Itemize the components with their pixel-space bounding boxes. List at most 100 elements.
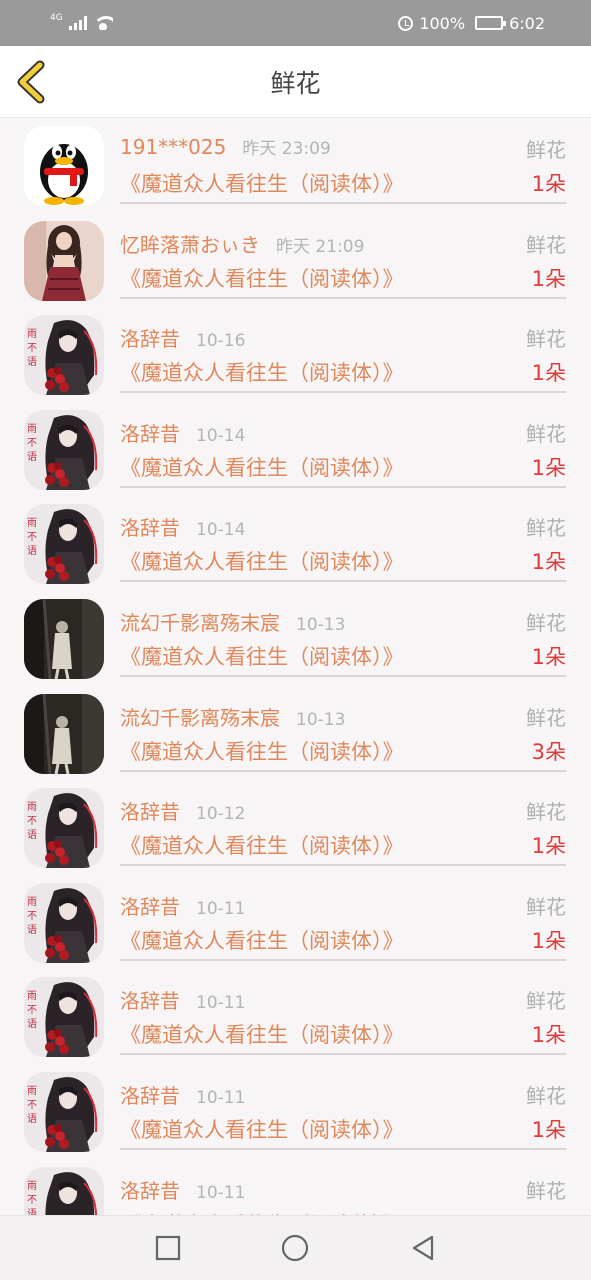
gift-type-label: 鲜花 (526, 1083, 566, 1108)
user-info: 洛辞昔 10-11 (120, 985, 245, 1014)
avatar[interactable]: 雨不语 (24, 882, 104, 963)
gift-record-row[interactable]: 雨不语洛辞昔10-11 鲜花《魔道众人看往生（阅读体）》 1朵 (0, 1064, 591, 1159)
gift-type-label: 鲜花 (526, 610, 566, 635)
book-title-link[interactable]: 《魔道众人看往生（阅读体）》 (120, 452, 404, 482)
svg-text:雨: 雨 (27, 1181, 37, 1192)
row-content: 洛辞昔 10-14 鲜花 《魔道众人看往生（阅读体）》 1朵 (120, 402, 566, 488)
gift-type-label: 鲜花 (526, 327, 566, 352)
book-title-link[interactable]: 《魔道众人看往生（阅读体）》 (120, 830, 404, 860)
gift-type-label: 鲜花 (526, 989, 566, 1014)
user-info: 洛辞昔 10-11 (120, 1080, 245, 1109)
svg-text:语: 语 (27, 829, 37, 841)
user-name[interactable]: 洛辞昔 (120, 418, 180, 447)
clock: 6:02 (509, 13, 545, 33)
row-content: 流幻千影离殇末宸 10-13 鲜花 《魔道众人看往生（阅读体）》 3朵 (120, 686, 566, 772)
book-title-link[interactable]: 《魔道众人看往生（阅读体）》 (120, 168, 404, 198)
book-title-link[interactable]: 《魔道众人看往生（阅读体）》 (120, 641, 404, 671)
home-button[interactable] (275, 1228, 315, 1268)
user-name[interactable]: 洛辞昔 (120, 985, 180, 1014)
timestamp: 10-14 (196, 425, 246, 446)
timestamp: 10-11 (196, 898, 246, 919)
avatar[interactable]: 雨不语 (24, 977, 104, 1058)
avatar[interactable] (24, 598, 104, 679)
user-name[interactable]: 流幻千影离殇末宸 (120, 607, 280, 636)
avatar[interactable] (24, 693, 104, 774)
flower-count: 1朵 (531, 928, 566, 953)
user-info: 洛辞昔 10-11 (120, 1175, 245, 1204)
svg-text:不: 不 (27, 1195, 37, 1206)
svg-text:不: 不 (27, 816, 37, 827)
signal-icon (68, 16, 87, 30)
row-content: 洛辞昔 10-16 鲜花《魔道众人看往生（阅读体）》 1朵 (120, 307, 566, 394)
flower-count: 1朵 (531, 834, 566, 859)
svg-text:雨: 雨 (27, 802, 37, 813)
gift-type-label: 鲜花 (526, 1178, 566, 1203)
book-title-link[interactable]: 《魔道众人看往生（阅读体）》 (120, 357, 404, 387)
user-info: 洛辞昔 10-16 (120, 323, 245, 352)
page-title: 鲜花 (270, 68, 321, 98)
alarm-icon (398, 15, 414, 31)
gift-record-row[interactable]: 流幻千影离殇末宸 10-13 鲜花 《魔道众人看往生（阅读体）》 3朵 (0, 686, 591, 781)
book-title-link[interactable]: 《魔道众人看往生（阅读体）》 (120, 736, 404, 766)
gift-record-row[interactable]: 忆眸落萧おぃき 昨天 21:09 鲜花 《魔道众人看往生（阅读体）》 1朵 (0, 213, 591, 308)
book-title-link[interactable]: 《魔道众人看往生（阅读体）》 (120, 263, 404, 293)
user-info: 流幻千影离殇末宸 10-13 (120, 607, 345, 636)
flower-count: 1朵 (531, 361, 566, 386)
gift-record-row[interactable]: 雨不语洛辞昔 10-14 鲜花 《魔道众人看往生（阅读体）》 1朵 (0, 496, 591, 591)
avatar[interactable]: 雨不语 (24, 409, 104, 490)
network-label: 4G (50, 13, 63, 23)
system-nav-bar (0, 1215, 591, 1280)
back-nav-button[interactable] (403, 1228, 443, 1268)
svg-text:语: 语 (27, 1208, 37, 1215)
user-name[interactable]: 洛辞昔 (120, 1080, 180, 1109)
flower-count: 1朵 (531, 1117, 566, 1142)
user-name[interactable]: 洛辞昔 (120, 796, 180, 825)
avatar[interactable]: 雨不语 (24, 504, 104, 585)
gift-record-row[interactable]: 雨不语洛辞昔 10-14 鲜花 《魔道众人看往生（阅读体）》 1朵 (0, 402, 591, 497)
book-title-link[interactable]: 《魔道众人看往生（阅读体）》 (120, 1019, 404, 1049)
user-name[interactable]: 191***025 (120, 135, 226, 159)
avatar[interactable] (24, 126, 104, 206)
gift-record-row[interactable]: 雨不语洛辞昔 10-11 鲜花《魔道众人看往生（阅读体）》 1朵 (0, 875, 591, 970)
back-button[interactable] (14, 60, 54, 104)
row-content: 洛辞昔 10-11 鲜花《魔道众人看往生（阅读体）》 1朵 (120, 1064, 566, 1150)
gift-record-row[interactable]: 雨不语洛辞昔10-11鲜花《魔道众人看往生（阅读体）》1朵 (0, 1159, 591, 1215)
book-title-link[interactable]: 《魔道众人看往生（阅读体）》 (120, 1114, 404, 1144)
avatar[interactable]: 雨不语 (24, 1166, 104, 1215)
svg-text:雨: 雨 (27, 518, 37, 529)
row-content: 191***025 昨天 23:09 鲜花 《魔道众人看往生（阅读体）》 1朵 (120, 118, 566, 204)
user-name[interactable]: 洛辞昔 (120, 512, 180, 541)
timestamp: 昨天 23:09 (242, 139, 331, 159)
book-title-link[interactable]: 《魔道众人看往生（阅读体）》 (120, 546, 404, 576)
recent-apps-button[interactable] (148, 1228, 188, 1268)
avatar[interactable]: 雨不语 (24, 1071, 104, 1152)
timestamp: 10-13 (296, 614, 346, 635)
avatar[interactable] (24, 220, 104, 301)
avatar[interactable]: 雨不语 (24, 315, 104, 396)
gift-record-row[interactable]: 雨不语洛辞昔 10-12 鲜花 《魔道众人看往生（阅读体）》 1朵 (0, 780, 591, 875)
user-name[interactable]: 洛辞昔 (120, 891, 180, 920)
square-icon (155, 1235, 180, 1261)
svg-text:不: 不 (27, 1005, 37, 1016)
timestamp: 10-16 (196, 331, 246, 352)
user-name[interactable]: 忆眸落萧おぃき (120, 229, 260, 258)
gift-record-row[interactable]: 雨不语洛辞昔 10-16 鲜花《魔道众人看往生（阅读体）》 1朵 (0, 307, 591, 402)
user-name[interactable]: 流幻千影离殇末宸 (120, 702, 280, 731)
book-title-link[interactable]: 《魔道众人看往生（阅读体）》 (120, 925, 404, 955)
svg-text:雨: 雨 (27, 329, 37, 340)
svg-text:不: 不 (27, 532, 37, 543)
battery-icon (475, 16, 507, 30)
user-info: 洛辞昔 10-12 (120, 796, 245, 825)
svg-text:不: 不 (27, 343, 37, 354)
row-content: 流幻千影离殇末宸 10-13 鲜花 《魔道众人看往生（阅读体）》 1朵 (120, 591, 566, 677)
gift-record-row[interactable]: 雨不语洛辞昔10-11鲜花《魔道众人看往生（阅读体）》1朵 (0, 969, 591, 1064)
gift-type-label: 鲜花 (526, 894, 566, 919)
avatar[interactable]: 雨不语 (24, 788, 104, 869)
user-name[interactable]: 洛辞昔 (120, 323, 180, 352)
row-content: 洛辞昔 10-11 鲜花《魔道众人看往生（阅读体）》 1朵 (120, 969, 566, 1056)
gift-record-row[interactable]: 191***025 昨天 23:09 鲜花 《魔道众人看往生（阅读体）》 1朵 (0, 118, 591, 213)
gift-record-row[interactable]: 流幻千影离殇末宸 10-13 鲜花 《魔道众人看往生（阅读体）》 1朵 (0, 591, 591, 686)
timestamp: 10-11 (196, 1182, 246, 1203)
svg-text:雨: 雨 (27, 991, 37, 1002)
user-name[interactable]: 洛辞昔 (120, 1175, 180, 1204)
